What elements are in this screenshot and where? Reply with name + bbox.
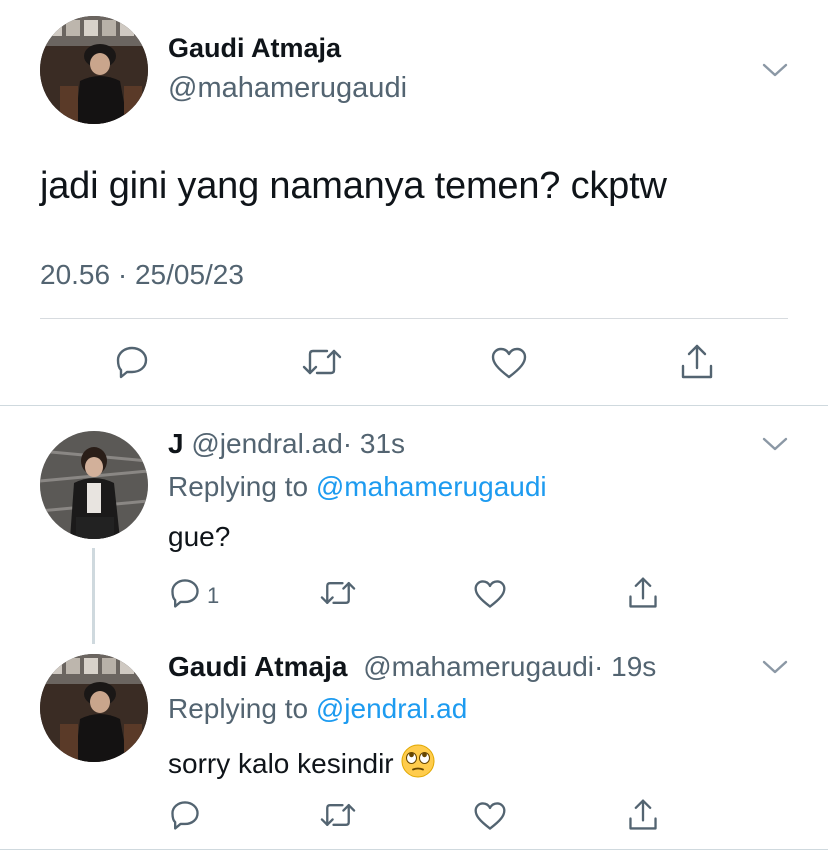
like-icon[interactable] <box>489 344 529 382</box>
tweet-text: jadi gini yang namanya temen? ckptw <box>40 165 667 207</box>
reply-count: 1 <box>207 583 220 608</box>
reply-1-text: gue? <box>168 521 231 552</box>
reply-2-text-row: sorry kalo kesindir <box>168 743 436 780</box>
divider <box>40 318 788 319</box>
reply-icon[interactable] <box>113 343 151 381</box>
reply-2-display-name[interactable]: Gaudi Atmaja <box>168 651 347 682</box>
share-icon[interactable] <box>626 575 660 611</box>
reply-2-replying-to: Replying to @jendral.ad <box>168 693 467 725</box>
reply-1-handle[interactable]: @jendral.ad <box>191 428 342 459</box>
chevron-down-icon[interactable] <box>760 657 790 677</box>
thread-line <box>92 548 95 644</box>
tweet-timestamp[interactable]: 20.56 · 25/05/23 <box>40 259 244 291</box>
like-icon[interactable] <box>472 577 508 611</box>
share-icon[interactable] <box>678 342 716 382</box>
reply-2-header: Gaudi Atmaja @mahamerugaudi· 19s <box>168 651 656 683</box>
reply-icon[interactable] <box>168 576 202 610</box>
avatar-reply-gaudi[interactable] <box>40 654 148 762</box>
retweet-icon[interactable] <box>318 798 358 832</box>
reply-icon[interactable] <box>168 798 202 832</box>
avatar-reply-j[interactable] <box>40 431 148 539</box>
avatar-main[interactable] <box>40 16 148 124</box>
main-handle[interactable]: @mahamerugaudi <box>168 72 407 105</box>
retweet-icon[interactable] <box>300 343 344 381</box>
reply-2-handle[interactable]: @mahamerugaudi <box>363 651 594 682</box>
reply-2-time: · 19s <box>594 651 657 682</box>
reply-2-text: sorry kalo kesindir <box>168 748 394 779</box>
reply-1-display-name[interactable]: J <box>168 428 184 459</box>
reply-1-time: · 31s <box>342 428 406 459</box>
share-icon[interactable] <box>626 797 660 833</box>
bottom-divider <box>0 849 828 850</box>
mention-link[interactable]: @jendral.ad <box>316 693 467 724</box>
chevron-down-icon[interactable] <box>760 434 790 454</box>
like-icon[interactable] <box>472 799 508 833</box>
chevron-down-icon[interactable] <box>760 60 790 80</box>
mention-link[interactable]: @mahamerugaudi <box>316 471 547 502</box>
main-display-name[interactable]: Gaudi Atmaja <box>168 33 341 64</box>
reply-1-replying-to: Replying to @mahamerugaudi <box>168 471 547 503</box>
section-divider <box>0 405 828 406</box>
rolling-eyes-emoji-icon <box>400 743 436 779</box>
reply-1-header: J @jendral.ad· 31s <box>168 428 405 460</box>
replying-prefix: Replying to <box>168 693 309 724</box>
replying-prefix: Replying to <box>168 471 309 502</box>
retweet-icon[interactable] <box>318 576 358 610</box>
